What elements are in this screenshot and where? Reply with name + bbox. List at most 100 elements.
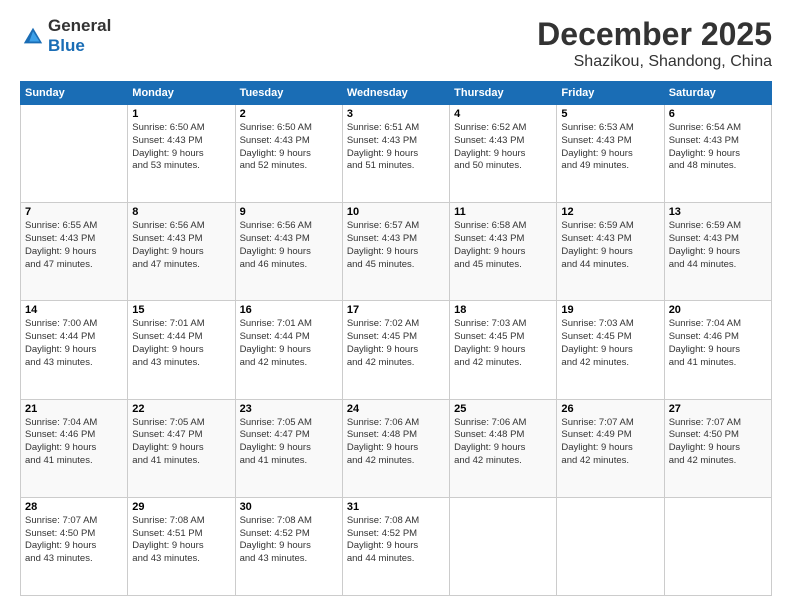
table-row: 19 Sunrise: 7:03 AMSunset: 4:45 PMDayligh… (557, 301, 664, 399)
table-row: 12 Sunrise: 6:59 AMSunset: 4:43 PMDayligh… (557, 203, 664, 301)
day-number: 8 (132, 206, 230, 218)
cell-info: Sunrise: 7:05 AMSunset: 4:47 PMDaylight:… (132, 417, 230, 468)
table-row: 1 Sunrise: 6:50 AMSunset: 4:43 PMDaylight… (128, 105, 235, 203)
day-number: 29 (132, 501, 230, 513)
table-row: 28 Sunrise: 7:07 AMSunset: 4:50 PMDayligh… (21, 497, 128, 595)
day-number: 5 (561, 108, 659, 120)
cell-info: Sunrise: 7:04 AMSunset: 4:46 PMDaylight:… (669, 318, 767, 369)
day-number: 19 (561, 304, 659, 316)
cell-info: Sunrise: 7:00 AMSunset: 4:44 PMDaylight:… (25, 318, 123, 369)
table-row: 20 Sunrise: 7:04 AMSunset: 4:46 PMDayligh… (664, 301, 771, 399)
cell-info: Sunrise: 6:52 AMSunset: 4:43 PMDaylight:… (454, 122, 552, 173)
cell-info: Sunrise: 7:06 AMSunset: 4:48 PMDaylight:… (347, 417, 445, 468)
cell-info: Sunrise: 6:59 AMSunset: 4:43 PMDaylight:… (669, 220, 767, 271)
col-header-wednesday: Wednesday (342, 82, 449, 105)
day-number: 1 (132, 108, 230, 120)
table-row: 26 Sunrise: 7:07 AMSunset: 4:49 PMDayligh… (557, 399, 664, 497)
cell-info: Sunrise: 7:03 AMSunset: 4:45 PMDaylight:… (454, 318, 552, 369)
col-header-saturday: Saturday (664, 82, 771, 105)
day-number: 31 (347, 501, 445, 513)
page-header: General Blue December 2025 Shazikou, Sha… (20, 16, 772, 71)
table-row: 30 Sunrise: 7:08 AMSunset: 4:52 PMDayligh… (235, 497, 342, 595)
cell-info: Sunrise: 7:08 AMSunset: 4:52 PMDaylight:… (347, 515, 445, 566)
cell-info: Sunrise: 7:01 AMSunset: 4:44 PMDaylight:… (132, 318, 230, 369)
table-row: 23 Sunrise: 7:05 AMSunset: 4:47 PMDayligh… (235, 399, 342, 497)
day-number: 6 (669, 108, 767, 120)
logo: General Blue (20, 16, 111, 55)
col-header-monday: Monday (128, 82, 235, 105)
table-row: 7 Sunrise: 6:55 AMSunset: 4:43 PMDaylight… (21, 203, 128, 301)
cell-info: Sunrise: 7:01 AMSunset: 4:44 PMDaylight:… (240, 318, 338, 369)
day-number: 10 (347, 206, 445, 218)
cell-info: Sunrise: 6:56 AMSunset: 4:43 PMDaylight:… (240, 220, 338, 271)
table-row: 18 Sunrise: 7:03 AMSunset: 4:45 PMDayligh… (450, 301, 557, 399)
cell-info: Sunrise: 7:02 AMSunset: 4:45 PMDaylight:… (347, 318, 445, 369)
day-number: 16 (240, 304, 338, 316)
day-number: 9 (240, 206, 338, 218)
table-row: 22 Sunrise: 7:05 AMSunset: 4:47 PMDayligh… (128, 399, 235, 497)
cell-info: Sunrise: 7:03 AMSunset: 4:45 PMDaylight:… (561, 318, 659, 369)
day-number: 24 (347, 403, 445, 415)
cell-info: Sunrise: 7:07 AMSunset: 4:50 PMDaylight:… (25, 515, 123, 566)
cell-info: Sunrise: 6:54 AMSunset: 4:43 PMDaylight:… (669, 122, 767, 173)
cell-info: Sunrise: 6:58 AMSunset: 4:43 PMDaylight:… (454, 220, 552, 271)
table-row: 21Sunrise: 7:04 AMSunset: 4:46 PMDayligh… (21, 399, 128, 497)
cell-info: Sunrise: 6:51 AMSunset: 4:43 PMDaylight:… (347, 122, 445, 173)
cell-info: Sunrise: 7:08 AMSunset: 4:52 PMDaylight:… (240, 515, 338, 566)
col-header-sunday: Sunday (21, 82, 128, 105)
table-row: 29 Sunrise: 7:08 AMSunset: 4:51 PMDayligh… (128, 497, 235, 595)
table-row: 10 Sunrise: 6:57 AMSunset: 4:43 PMDayligh… (342, 203, 449, 301)
day-number: 18 (454, 304, 552, 316)
table-row (21, 105, 128, 203)
cell-info: Sunrise: 6:59 AMSunset: 4:43 PMDaylight:… (561, 220, 659, 271)
table-row: 2Sunrise: 6:50 AMSunset: 4:43 PMDaylight… (235, 105, 342, 203)
day-number: 7 (25, 206, 123, 218)
logo-general: General (48, 16, 111, 35)
day-number: 30 (240, 501, 338, 513)
cell-info: Sunrise: 6:53 AMSunset: 4:43 PMDaylight:… (561, 122, 659, 173)
day-number: 20 (669, 304, 767, 316)
table-row: 25 Sunrise: 7:06 AMSunset: 4:48 PMDayligh… (450, 399, 557, 497)
cell-info: Sunrise: 7:04 AMSunset: 4:46 PMDaylight:… (25, 417, 123, 468)
cell-info: Sunrise: 6:57 AMSunset: 4:43 PMDaylight:… (347, 220, 445, 271)
col-header-thursday: Thursday (450, 82, 557, 105)
cell-info: Sunrise: 7:07 AMSunset: 4:50 PMDaylight:… (669, 417, 767, 468)
table-row: 31 Sunrise: 7:08 AMSunset: 4:52 PMDayligh… (342, 497, 449, 595)
table-row: 5 Sunrise: 6:53 AMSunset: 4:43 PMDaylight… (557, 105, 664, 203)
table-row: 3 Sunrise: 6:51 AMSunset: 4:43 PMDaylight… (342, 105, 449, 203)
cell-info: Sunrise: 6:50 AMSunset: 4:43 PMDaylight:… (132, 122, 230, 173)
col-header-tuesday: Tuesday (235, 82, 342, 105)
day-number: 4 (454, 108, 552, 120)
table-row: 16 Sunrise: 7:01 AMSunset: 4:44 PMDayligh… (235, 301, 342, 399)
table-row (664, 497, 771, 595)
cell-info: Sunrise: 6:55 AMSunset: 4:43 PMDaylight:… (25, 220, 123, 271)
table-row: 17Sunrise: 7:02 AMSunset: 4:45 PMDayligh… (342, 301, 449, 399)
cell-info: Sunrise: 6:50 AMSunset: 4:43 PMDaylight:… (240, 122, 338, 173)
day-number: 28 (25, 501, 123, 513)
day-number: 12 (561, 206, 659, 218)
table-row (450, 497, 557, 595)
table-row: 8Sunrise: 6:56 AMSunset: 4:43 PMDaylight… (128, 203, 235, 301)
calendar-table: SundayMondayTuesdayWednesdayThursdayFrid… (20, 81, 772, 596)
cell-info: Sunrise: 7:08 AMSunset: 4:51 PMDaylight:… (132, 515, 230, 566)
cell-info: Sunrise: 7:07 AMSunset: 4:49 PMDaylight:… (561, 417, 659, 468)
table-row: 24 Sunrise: 7:06 AMSunset: 4:48 PMDayligh… (342, 399, 449, 497)
day-number: 13 (669, 206, 767, 218)
location: Shazikou, Shandong, China (537, 53, 772, 71)
cell-info: Sunrise: 7:06 AMSunset: 4:48 PMDaylight:… (454, 417, 552, 468)
col-header-friday: Friday (557, 82, 664, 105)
day-number: 23 (240, 403, 338, 415)
cell-info: Sunrise: 7:05 AMSunset: 4:47 PMDaylight:… (240, 417, 338, 468)
day-number: 14 (25, 304, 123, 316)
day-number: 26 (561, 403, 659, 415)
table-row: 4 Sunrise: 6:52 AMSunset: 4:43 PMDaylight… (450, 105, 557, 203)
day-number: 25 (454, 403, 552, 415)
day-number: 22 (132, 403, 230, 415)
day-number: 15 (132, 304, 230, 316)
day-number: 11 (454, 206, 552, 218)
table-row: 13 Sunrise: 6:59 AMSunset: 4:43 PMDayligh… (664, 203, 771, 301)
logo-icon (22, 25, 44, 47)
title-block: December 2025 Shazikou, Shandong, China (537, 16, 772, 71)
table-row: 14 Sunrise: 7:00 AMSunset: 4:44 PMDayligh… (21, 301, 128, 399)
day-number: 3 (347, 108, 445, 120)
